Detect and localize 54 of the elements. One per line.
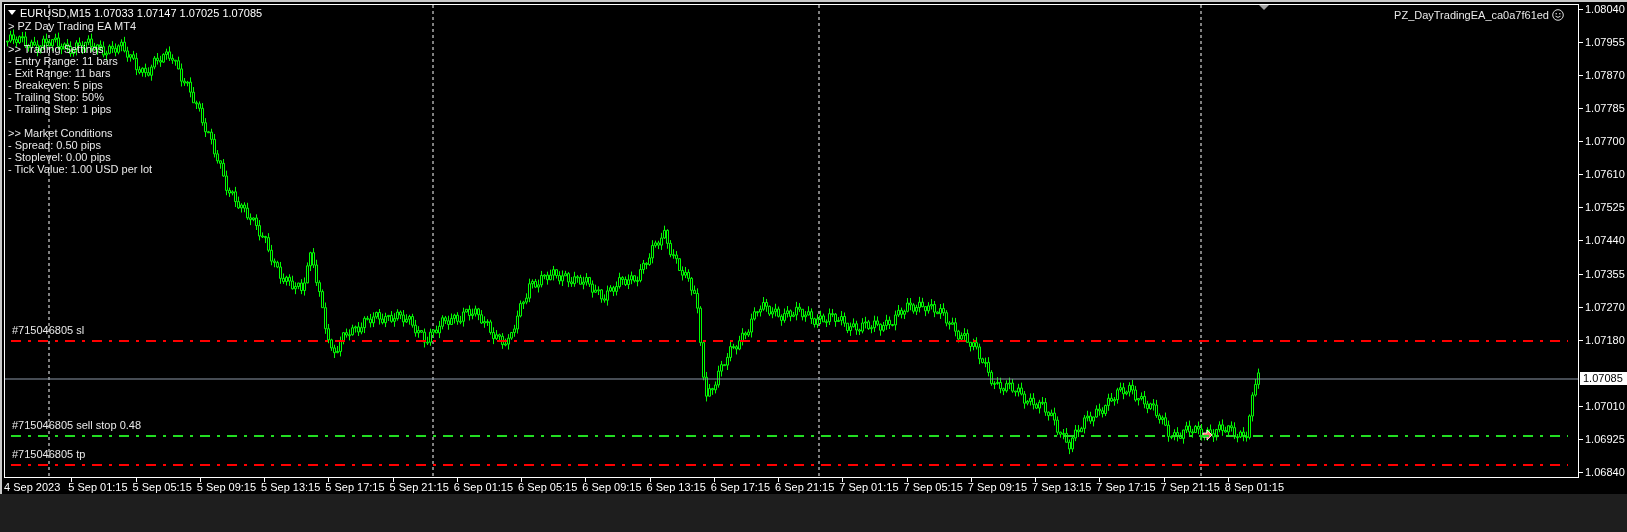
- order-label: #715046805 sl: [12, 324, 85, 336]
- info-line: - Stoplevel: 0.00 pips: [8, 151, 111, 163]
- price-label: 1.07700: [1585, 135, 1625, 148]
- time-label: 5 Sep 09:15: [196, 481, 257, 493]
- ea-title: > PZ Day Trading EA MT4: [8, 20, 137, 32]
- time-label: 6 Sep 01:15: [453, 481, 514, 493]
- time-label: 5 Sep 01:15: [68, 481, 128, 493]
- time-label: 7 Sep 05:15: [903, 481, 963, 493]
- time-label: 6 Sep 05:15: [518, 481, 578, 493]
- smiley-icon[interactable]: [1552, 9, 1564, 21]
- arrow-icon: [1202, 429, 1213, 441]
- price-label: 1.08040: [1585, 2, 1625, 15]
- info-line: - Trailing Stop: 50%: [8, 91, 104, 103]
- time-label: 7 Sep 01:15: [839, 481, 899, 493]
- time-label: 7 Sep 09:15: [967, 481, 1028, 493]
- info-line: - Exit Range: 11 bars: [8, 67, 111, 79]
- time-label: 7 Sep 17:15: [1096, 481, 1156, 493]
- current-price-label: 1.07085: [1580, 372, 1627, 385]
- time-label: 4 Sep 2023: [4, 481, 61, 493]
- info-line: - Entry Range: 11 bars: [8, 55, 118, 67]
- price-label: 1.07955: [1585, 35, 1625, 48]
- order-label: #715046805 tp: [12, 448, 86, 460]
- time-label: 6 Sep 09:15: [582, 481, 642, 493]
- price-label: 1.07785: [1585, 102, 1625, 114]
- price-label: 1.07870: [1585, 68, 1625, 81]
- time-label: 6 Sep 21:15: [775, 481, 835, 493]
- info-line: - Spread: 0.50 pips: [8, 139, 101, 151]
- chart-shift-icon[interactable]: [1259, 5, 1269, 10]
- info-line: - Tick Value: 1.00 USD per lot: [8, 163, 153, 175]
- time-label: 5 Sep 21:15: [389, 481, 449, 493]
- price-label: 1.06840: [1585, 466, 1625, 479]
- price-label: 1.07355: [1585, 267, 1625, 280]
- time-label: 5 Sep 17:15: [325, 481, 385, 493]
- info-line: - Trailing Step: 1 pips: [8, 103, 112, 115]
- time-label: 6 Sep 17:15: [710, 481, 771, 493]
- expert-name: PZ_DayTradingEA_ca0a7f61ed: [1394, 9, 1549, 21]
- time-label: 7 Sep 13:15: [1032, 481, 1092, 493]
- order-label: #715046805 sell stop 0.48: [12, 419, 142, 431]
- time-label: 7 Sep 21:15: [1160, 481, 1220, 493]
- time-label: 5 Sep 13:15: [261, 481, 321, 493]
- price-label: 1.07440: [1585, 234, 1625, 247]
- symbol-quote: EURUSD,M15 1.07033 1.07147 1.07025 1.07085: [20, 7, 263, 19]
- price-label: 1.07525: [1585, 201, 1625, 214]
- dropdown-icon[interactable]: [8, 10, 16, 16]
- price-label: 1.06925: [1585, 433, 1625, 445]
- time-label: 6 Sep 13:15: [646, 481, 706, 493]
- price-label: 1.07180: [1585, 333, 1625, 346]
- info-line: - Breakeven: 5 pips: [8, 79, 103, 91]
- time-label: 5 Sep 05:15: [132, 481, 192, 493]
- price-label: 1.07010: [1585, 399, 1625, 412]
- section-heading: >> Market Conditions: [8, 127, 113, 139]
- price-label: 1.07270: [1585, 300, 1625, 313]
- price-label: 1.07610: [1585, 168, 1625, 181]
- time-label: 8 Sep 01:15: [1224, 481, 1285, 493]
